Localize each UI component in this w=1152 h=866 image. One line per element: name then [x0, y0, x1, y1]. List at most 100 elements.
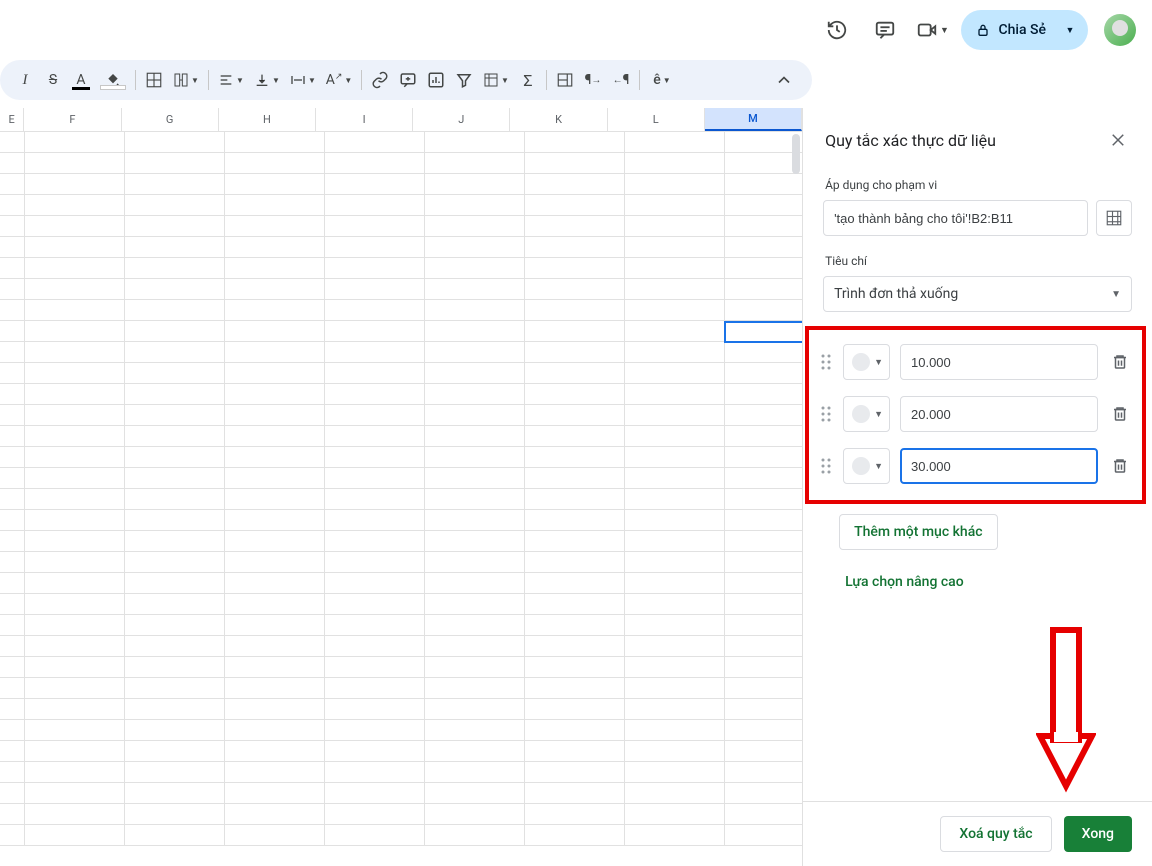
cell[interactable]: [25, 237, 125, 258]
cell[interactable]: [325, 531, 425, 552]
cell[interactable]: [225, 573, 325, 594]
cell[interactable]: [625, 552, 725, 573]
cell[interactable]: [725, 762, 802, 783]
cell[interactable]: [225, 237, 325, 258]
cell[interactable]: [125, 321, 225, 342]
delete-option-icon[interactable]: [1108, 454, 1132, 478]
cell[interactable]: [225, 153, 325, 174]
cell[interactable]: [425, 321, 525, 342]
option-color-chip[interactable]: ▼: [843, 344, 890, 380]
cell[interactable]: [325, 363, 425, 384]
cell[interactable]: [0, 384, 25, 405]
cell[interactable]: [125, 804, 225, 825]
cell[interactable]: [725, 678, 802, 699]
cell[interactable]: [325, 195, 425, 216]
insert-chart-button[interactable]: [423, 67, 449, 93]
cell[interactable]: [325, 825, 425, 846]
add-item-button[interactable]: Thêm một mục khác: [839, 514, 997, 550]
cell[interactable]: [325, 699, 425, 720]
column-header-F[interactable]: F: [24, 108, 121, 131]
cell[interactable]: [0, 552, 25, 573]
cell[interactable]: [25, 783, 125, 804]
drag-handle-icon[interactable]: [819, 458, 833, 474]
cell[interactable]: [525, 510, 625, 531]
cell[interactable]: [525, 216, 625, 237]
cell[interactable]: [125, 594, 225, 615]
cell[interactable]: [225, 216, 325, 237]
column-header-L[interactable]: L: [608, 108, 705, 131]
select-range-icon[interactable]: [1096, 200, 1132, 236]
cell[interactable]: [425, 615, 525, 636]
cell[interactable]: [125, 216, 225, 237]
cell[interactable]: [0, 447, 25, 468]
comment-icon[interactable]: [865, 10, 905, 50]
cell[interactable]: [25, 195, 125, 216]
cell[interactable]: [525, 384, 625, 405]
cell[interactable]: [225, 720, 325, 741]
cell[interactable]: [325, 174, 425, 195]
done-button[interactable]: Xong: [1064, 816, 1132, 852]
cell[interactable]: [625, 489, 725, 510]
cell[interactable]: [325, 132, 425, 153]
cell[interactable]: [525, 699, 625, 720]
column-header-J[interactable]: J: [413, 108, 510, 131]
cell[interactable]: [425, 552, 525, 573]
cell[interactable]: [625, 468, 725, 489]
cell[interactable]: [0, 699, 25, 720]
cell[interactable]: [0, 804, 25, 825]
cell[interactable]: [225, 258, 325, 279]
cell[interactable]: [425, 699, 525, 720]
cell[interactable]: [125, 405, 225, 426]
cell[interactable]: [625, 741, 725, 762]
cell[interactable]: [625, 405, 725, 426]
cell[interactable]: [25, 447, 125, 468]
share-dropdown[interactable]: ▼: [1056, 16, 1084, 44]
filter-views-button[interactable]: ▼: [479, 67, 513, 93]
cell[interactable]: [325, 762, 425, 783]
cell[interactable]: [625, 720, 725, 741]
cell[interactable]: [725, 594, 802, 615]
cell[interactable]: [525, 678, 625, 699]
ltr-para-button[interactable]: ¶→: [580, 67, 606, 93]
cell[interactable]: [0, 342, 25, 363]
cell[interactable]: [225, 762, 325, 783]
cell[interactable]: [125, 699, 225, 720]
cell[interactable]: [725, 342, 802, 363]
cell[interactable]: [725, 468, 802, 489]
cell[interactable]: [225, 300, 325, 321]
cell[interactable]: [425, 657, 525, 678]
cell[interactable]: [125, 132, 225, 153]
option-color-chip[interactable]: ▼: [843, 448, 890, 484]
cell[interactable]: [525, 783, 625, 804]
cell[interactable]: [25, 657, 125, 678]
cell[interactable]: [325, 468, 425, 489]
cell[interactable]: [525, 657, 625, 678]
option-value-input[interactable]: [900, 396, 1098, 432]
cell[interactable]: [625, 384, 725, 405]
drag-handle-icon[interactable]: [819, 406, 833, 422]
grid[interactable]: [0, 132, 802, 866]
cell[interactable]: [225, 384, 325, 405]
cell[interactable]: [725, 783, 802, 804]
cell[interactable]: [25, 216, 125, 237]
cell[interactable]: [0, 321, 25, 342]
merge-button[interactable]: ▼: [169, 67, 203, 93]
cell[interactable]: [525, 594, 625, 615]
cell[interactable]: [725, 237, 802, 258]
cell[interactable]: [225, 825, 325, 846]
cell[interactable]: [325, 804, 425, 825]
cell[interactable]: [325, 741, 425, 762]
cell[interactable]: [725, 405, 802, 426]
cell[interactable]: [625, 804, 725, 825]
cell[interactable]: [725, 531, 802, 552]
cell[interactable]: [0, 783, 25, 804]
cell[interactable]: [125, 237, 225, 258]
italic-button[interactable]: I: [12, 67, 38, 93]
cell[interactable]: [325, 300, 425, 321]
cell[interactable]: [325, 321, 425, 342]
borders-button[interactable]: [141, 67, 167, 93]
range-input[interactable]: [823, 200, 1088, 236]
cell[interactable]: [725, 384, 802, 405]
cell[interactable]: [325, 552, 425, 573]
cell[interactable]: [125, 825, 225, 846]
